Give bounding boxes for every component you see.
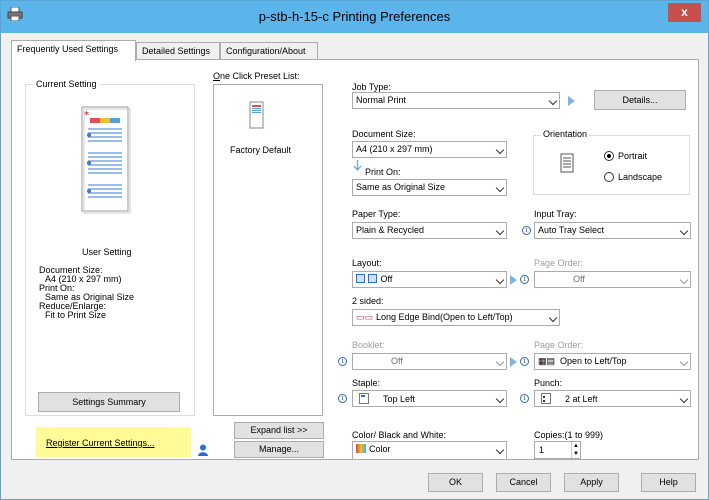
- apply-button[interactable]: Apply: [564, 473, 619, 492]
- input-tray-label: Input Tray:: [534, 209, 577, 219]
- document-preview-icon: *: [81, 106, 131, 214]
- booklet-label: Booklet:: [352, 340, 385, 350]
- staple-select[interactable]: Top Left: [352, 390, 507, 407]
- page-order-label: Page Order:: [534, 258, 584, 268]
- document-icon: [249, 101, 264, 129]
- user-setting-label: User Setting: [82, 247, 132, 257]
- landscape-radio[interactable]: [604, 172, 614, 182]
- paper-type-select[interactable]: Plain & Recycled: [352, 222, 507, 239]
- info-icon[interactable]: i: [520, 357, 529, 366]
- help-button[interactable]: Help: [641, 473, 696, 492]
- document-size-select[interactable]: A4 (210 x 297 mm): [352, 141, 507, 158]
- two-sided-label: 2 sided:: [352, 296, 384, 306]
- settings-panel: Current Setting * User Setting Document …: [11, 59, 699, 460]
- layout-label: Layout:: [352, 258, 382, 268]
- manage-button[interactable]: Manage...: [234, 441, 324, 458]
- printing-preferences-window: p-stb-h-15-c Printing Preferences x Freq…: [0, 0, 709, 500]
- punch-label: Punch:: [534, 378, 563, 388]
- details-button[interactable]: Details...: [594, 90, 686, 110]
- window-title: p-stb-h-15-c Printing Preferences: [258, 9, 451, 24]
- preset-list-label: One Click Preset List:: [213, 71, 300, 81]
- orientation-label: Orientation: [541, 129, 590, 139]
- ok-button[interactable]: OK: [428, 473, 483, 492]
- punch-select[interactable]: 2 at Left: [534, 390, 691, 407]
- settings-summary-button[interactable]: Settings Summary: [38, 392, 180, 412]
- two-sided-select[interactable]: ▭▭ Long Edge Bind(Open to Left/Top): [352, 309, 560, 326]
- portrait-radio[interactable]: [604, 151, 614, 161]
- orientation-group: [533, 135, 690, 195]
- copies-down-button[interactable]: ▼: [571, 450, 580, 458]
- document-size-label: Document Size:: [352, 129, 416, 139]
- tab-detailed-settings[interactable]: Detailed Settings: [136, 42, 220, 60]
- print-on-label: Print On:: [365, 167, 401, 177]
- input-tray-select[interactable]: Auto Tray Select: [534, 222, 691, 239]
- info-icon[interactable]: i: [522, 226, 531, 235]
- page-order-label-2: Page Order:: [534, 340, 584, 350]
- paper-type-label: Paper Type:: [352, 209, 401, 219]
- job-type-select[interactable]: Normal Print: [352, 92, 560, 109]
- copies-label: Copies:(1 to 999): [534, 430, 604, 440]
- tab-frequently-used-settings[interactable]: Frequently Used Settings: [11, 40, 136, 61]
- color-select[interactable]: Color: [352, 441, 507, 460]
- arrow-right-icon: [510, 357, 517, 367]
- page-order-select-2[interactable]: ▦▤ Open to Left/Top: [534, 353, 691, 370]
- arrow-right-icon: [510, 275, 517, 285]
- layout-select[interactable]: Off: [352, 271, 507, 288]
- register-current-settings-button[interactable]: Register Current Settings...: [46, 438, 155, 448]
- info-icon[interactable]: i: [520, 275, 529, 284]
- print-on-select[interactable]: Same as Original Size: [352, 179, 507, 196]
- expand-list-button[interactable]: Expand list >>: [234, 422, 324, 439]
- info-icon[interactable]: i: [520, 394, 529, 403]
- staple-label: Staple:: [352, 378, 381, 388]
- preset-item-factory-default[interactable]: Factory Default: [230, 145, 291, 155]
- job-type-label: Job Type:: [352, 82, 391, 92]
- cancel-button[interactable]: Cancel: [496, 473, 551, 492]
- booklet-select[interactable]: Off: [352, 353, 507, 370]
- tab-configuration-about[interactable]: Configuration/About: [220, 42, 318, 60]
- color-label: Color/ Black and White:: [352, 430, 447, 440]
- arrow-down-icon: [353, 160, 362, 171]
- landscape-label[interactable]: Landscape: [618, 172, 662, 182]
- svg-text:*: *: [84, 110, 89, 121]
- info-icon[interactable]: i: [338, 357, 347, 366]
- page-order-select[interactable]: Off: [534, 271, 691, 288]
- close-button[interactable]: x: [668, 3, 701, 22]
- preset-list[interactable]: [213, 84, 323, 416]
- arrow-right-icon: [568, 96, 575, 106]
- portrait-page-icon: [560, 153, 574, 173]
- current-setting-label: Current Setting: [34, 79, 99, 89]
- summary-line: Fit to Print Size: [45, 310, 107, 320]
- title-bar: p-stb-h-15-c Printing Preferences x: [1, 1, 708, 33]
- copies-up-button[interactable]: ▲: [571, 442, 580, 450]
- user-icon: [198, 444, 208, 456]
- portrait-label[interactable]: Portrait: [618, 151, 647, 161]
- info-icon[interactable]: i: [338, 394, 347, 403]
